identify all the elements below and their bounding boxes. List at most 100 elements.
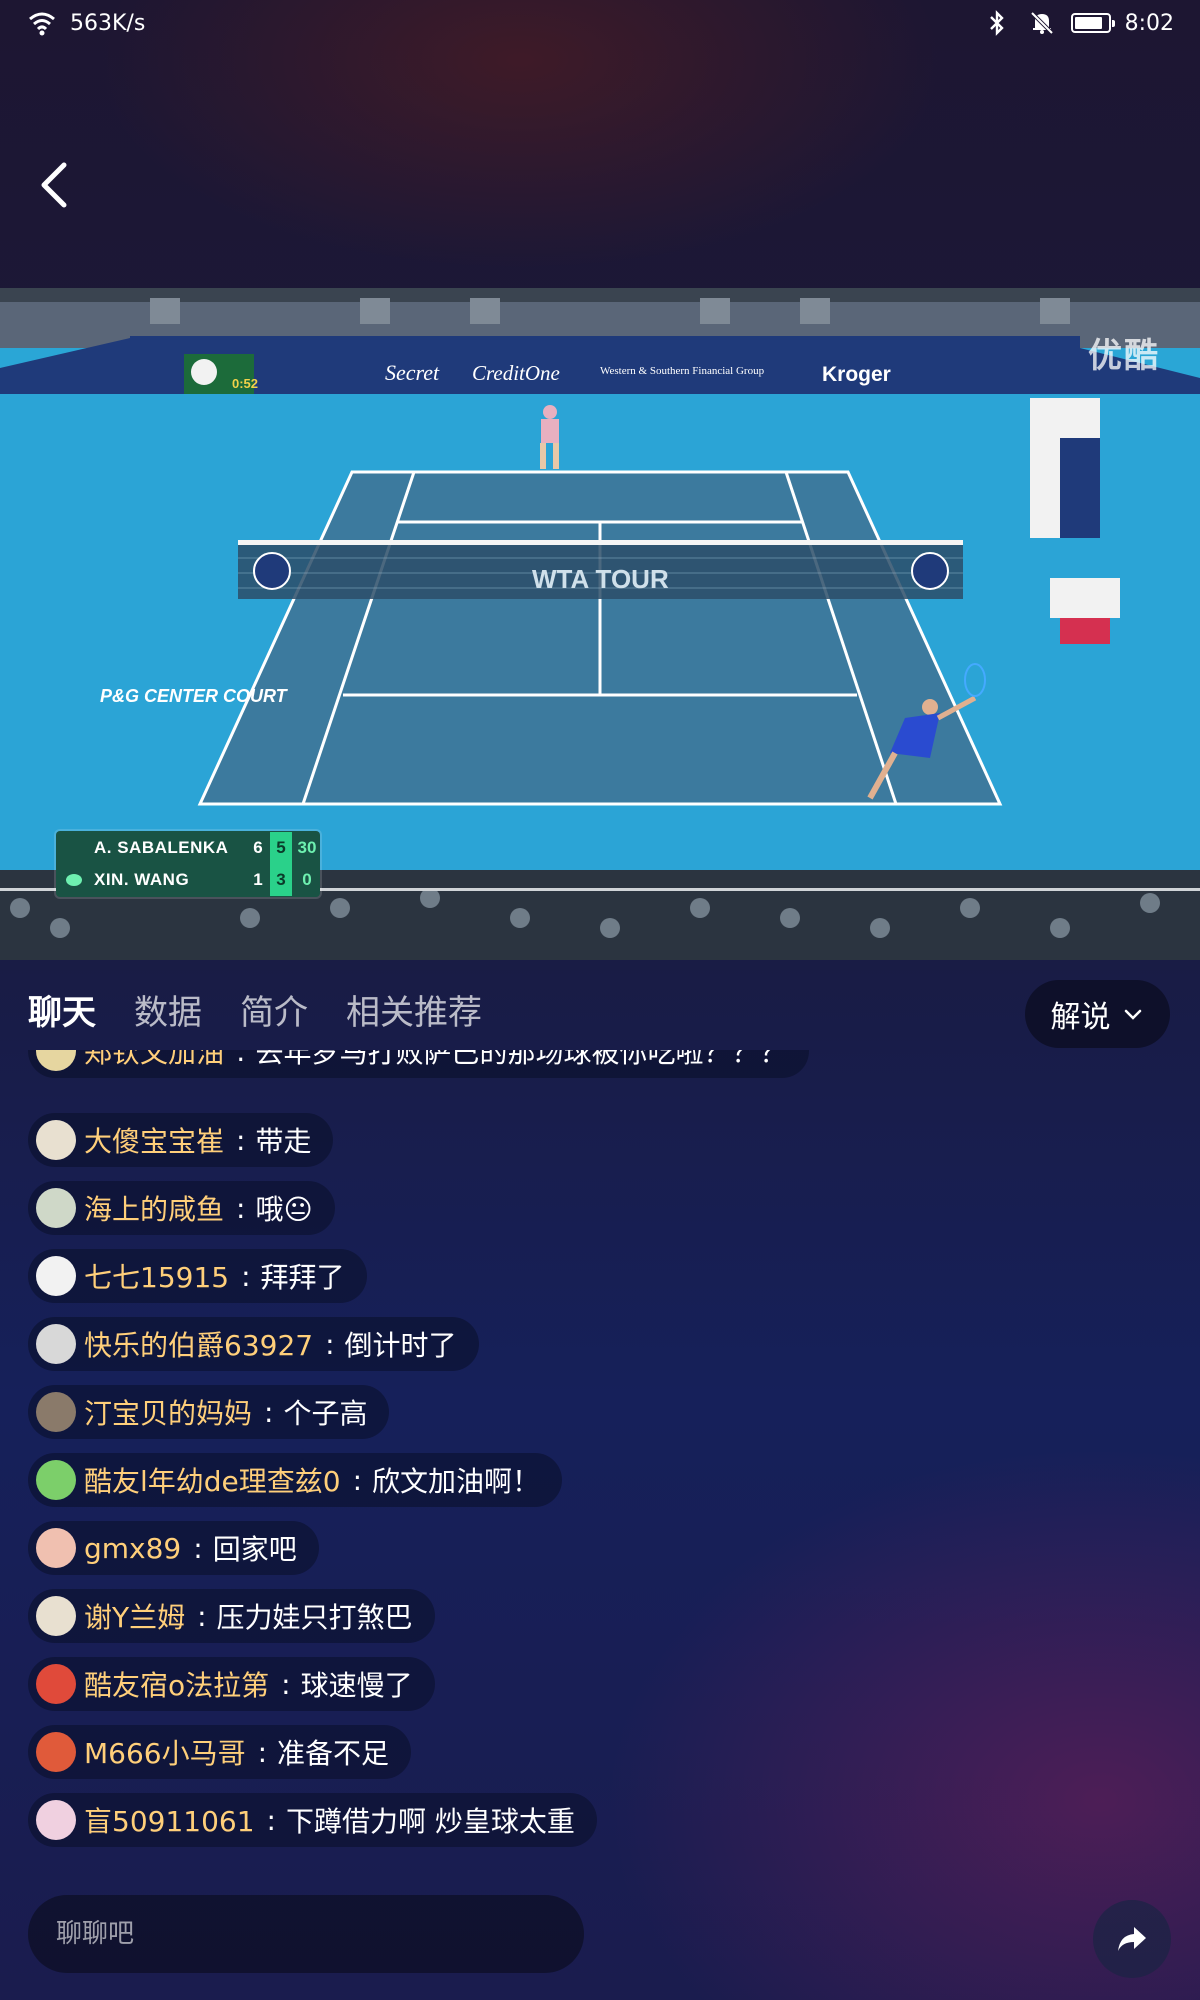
avatar[interactable] [36,1664,76,1704]
chevron-left-icon [41,162,67,208]
tab-chat[interactable]: 聊天 [28,985,96,1034]
back-button[interactable] [30,155,80,215]
chat-message: 汀宝贝的妈妈: 个子高 [28,1385,390,1439]
chat-separator: : [236,1191,246,1225]
net-logo: WTA TOUR [532,564,669,594]
chat-row: M666小马哥: 准备不足 [28,1725,1128,1793]
player-2-points: 0 [302,870,312,889]
chat-message: 海上的咸鱼: 哦😐 [28,1181,335,1235]
chat-separator: : [236,1123,246,1157]
avatar[interactable] [36,1800,76,1840]
avatar[interactable] [36,1188,76,1228]
chat-text: 个子高 [283,1397,368,1430]
scoreboard: A. SABALENKA 6 5 30 XIN. WANG 1 3 0 [56,831,320,897]
chat-text: 欣文加油啊！ [372,1465,541,1498]
commentary-label: 解说 [1050,1000,1111,1035]
avatar[interactable] [36,1120,76,1160]
avatar[interactable] [36,1528,76,1568]
battery-icon [1070,13,1115,33]
chat-username[interactable]: 酷友宿o法拉第 [84,1664,269,1704]
avatar[interactable] [36,1460,76,1500]
chat-input[interactable] [28,1895,584,1973]
chat-separator: : [264,1395,274,1429]
chat-separator: : [325,1327,335,1361]
youku-watermark: 优酷 [1088,336,1160,376]
serve-indicator-icon [66,874,82,886]
share-button[interactable] [1093,1900,1171,1978]
player-1-name: A. SABALENKA [94,838,229,857]
chat-separator: : [352,1463,363,1497]
chat-message-partial: 郑钦文加油 : 去年罗马打败萨巴的那场球被你吃啦？？？ [28,1050,810,1078]
player-2-games: 3 [270,864,292,896]
chat-message: 盲50911061: 下蹲借力啊 炒皇球太重 [28,1793,597,1847]
chat-list[interactable]: 郑钦文加油 : 去年罗马打败萨巴的那场球被你吃啦？？？ 大傻宝宝崔: 带走 海上的咸… [28,1050,1128,1850]
video-player[interactable]: 0:52 Secret CreditOne Western & Southern… [0,288,1200,960]
sponsor-creditone: CreditOne [472,361,560,385]
chat-separator: : [241,1259,251,1293]
chat-username[interactable]: 汀宝贝的妈妈 [84,1392,252,1432]
commentary-dropdown[interactable]: 解说 [1025,980,1170,1048]
clock-time: 8:02 [1124,10,1174,36]
sponsor-kroger: Kroger [822,363,891,386]
chat-username[interactable]: 海上的咸鱼 [84,1188,224,1228]
chat-row: 海上的咸鱼: 哦😐 [28,1181,1128,1249]
bluetooth-icon [987,10,1015,36]
avatar[interactable] [36,1256,76,1296]
chat-separator: : [236,1050,246,1068]
player-1-points: 30 [297,838,317,857]
chat-separator: : [266,1803,276,1837]
chat-separator: : [257,1735,268,1769]
chat-username[interactable]: 谢Y兰姆 [84,1596,185,1636]
avatar[interactable] [36,1732,76,1772]
chat-message: 酷友l年幼de理查兹0: 欣文加油啊！ [28,1453,563,1507]
chat-message: 酷友宿o法拉第: 球速慢了 [28,1657,435,1711]
chat-username[interactable]: 大傻宝宝崔 [84,1120,224,1160]
chat-text: 倒计时了 [344,1329,457,1362]
chat-username[interactable]: 盲50911061 [84,1800,255,1840]
avatar[interactable] [36,1324,76,1364]
chat-username[interactable]: gmx89 [84,1532,181,1565]
chat-text: 球速慢了 [300,1669,413,1702]
chat-text: 下蹲借力啊 炒皇球太重 [285,1805,575,1838]
chat-separator: : [197,1599,207,1633]
chat-text: 压力娃只打煞巴 [216,1601,413,1634]
chat-username[interactable]: 酷友l年幼de理查兹0 [84,1460,341,1500]
chat-row: 盲50911061: 下蹲借力啊 炒皇球太重 [28,1793,1128,1850]
avatar[interactable] [36,1392,76,1432]
chat-row: 快乐的伯爵63927: 倒计时了 [28,1317,1128,1385]
chat-row: 七七15915: 拜拜了 [28,1249,1128,1317]
avatar[interactable] [36,1596,76,1636]
chat-row: 酷友宿o法拉第: 球速慢了 [28,1657,1128,1725]
status-bar: 563K/s 8:02 [0,0,1200,50]
tab-data[interactable]: 数据 [134,985,202,1034]
chat-row: 酷友l年幼de理查兹0: 欣文加油啊！ [28,1453,1128,1521]
chat-message: 快乐的伯爵63927: 倒计时了 [28,1317,479,1371]
chevron-down-icon [1124,1009,1141,1020]
chat-username[interactable]: 七七15915 [84,1256,229,1296]
chat-row: gmx89: 回家吧 [28,1521,1128,1589]
chat-username[interactable]: 郑钦文加油 [84,1050,224,1071]
wifi-icon [28,10,56,36]
chat-username[interactable]: 快乐的伯爵63927 [84,1324,313,1364]
avatar [36,1050,76,1071]
mute-bell-icon [1029,10,1057,36]
chat-message: gmx89: 回家吧 [28,1521,319,1575]
chat-separator: : [281,1667,291,1701]
sponsor-secret: Secret [385,360,440,385]
chat-message: 大傻宝宝崔: 带走 [28,1113,334,1167]
chat-username[interactable]: M666小马哥 [84,1732,246,1772]
court-name: P&G CENTER COURT [100,686,289,706]
network-speed: 563K/s [70,10,146,36]
chat-row: 大傻宝宝崔: 带走 [28,1113,1128,1181]
chat-text: 去年罗马打败萨巴的那场球被你吃啦？？？ [255,1050,788,1069]
player-1-set: 6 [253,838,263,857]
tab-intro[interactable]: 简介 [240,985,308,1034]
score-row-player-2: XIN. WANG 1 3 0 [56,864,320,896]
player-2-set: 1 [253,870,263,889]
chat-text: 拜拜了 [260,1261,345,1294]
chat-message: M666小马哥: 准备不足 [28,1725,412,1779]
player-1-games: 5 [270,832,292,864]
tab-recommendations[interactable]: 相关推荐 [346,985,482,1034]
player-2-name: XIN. WANG [94,870,190,889]
share-arrow-icon [1118,1927,1146,1951]
